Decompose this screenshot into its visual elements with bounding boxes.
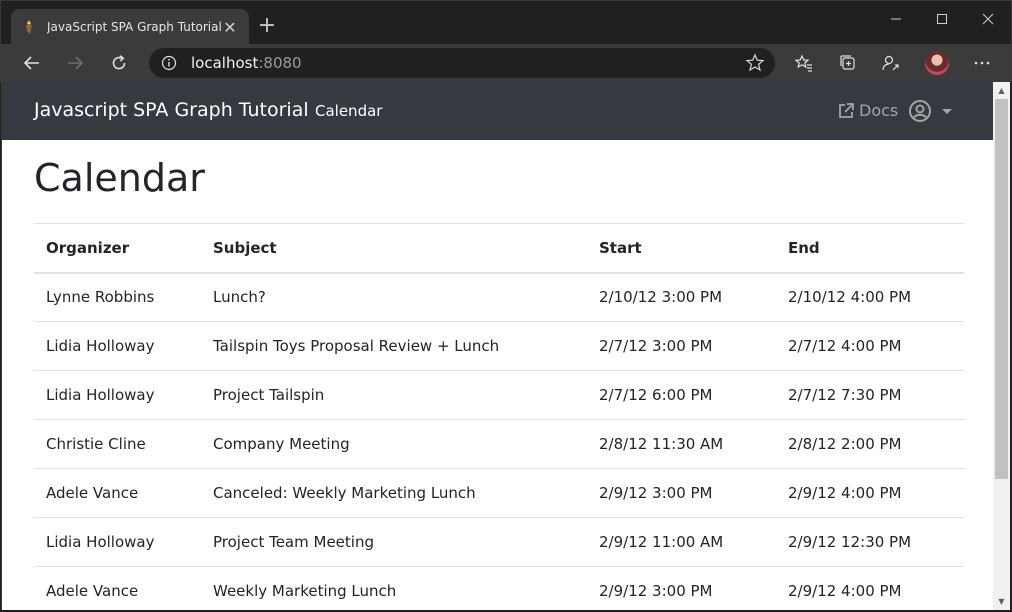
header-start: Start <box>587 223 776 274</box>
refresh-button[interactable] <box>106 50 132 76</box>
page-viewport: Javascript SPA Graph Tutorial Calendar D… <box>1 82 1010 610</box>
cell-start: 2/9/12 3:00 PM <box>587 468 776 518</box>
forward-button[interactable] <box>62 50 88 76</box>
share-icon <box>882 55 899 71</box>
table-row: Christie Cline Company Meeting 2/8/12 11… <box>34 419 964 469</box>
navbar-brand[interactable]: Javascript SPA Graph Tutorial <box>34 99 309 121</box>
cell-end: 2/9/12 4:00 PM <box>776 468 964 518</box>
header-organizer: Organizer <box>34 223 201 274</box>
new-tab-button[interactable]: + <box>257 15 277 37</box>
docs-link[interactable]: Docs <box>837 101 898 120</box>
favorites-icon <box>794 54 812 72</box>
browser-tabstrip: JavaScript SPA Graph Tutorial ✕ + <box>0 0 1012 45</box>
cell-organizer: Lidia Holloway <box>34 321 201 371</box>
cell-end: 2/7/12 4:00 PM <box>776 321 964 371</box>
more-icon <box>974 61 990 65</box>
cell-start: 2/8/12 11:30 AM <box>587 419 776 469</box>
cell-end: 2/8/12 2:00 PM <box>776 419 964 469</box>
cell-subject: Project Tailspin <box>201 370 587 420</box>
cell-organizer: Adele Vance <box>34 468 201 518</box>
minimize-icon <box>891 18 901 20</box>
collections-icon <box>840 55 855 70</box>
table-row: Lidia Holloway Project Tailspin 2/7/12 6… <box>34 370 964 420</box>
docs-label: Docs <box>859 101 899 120</box>
cell-organizer: Lidia Holloway <box>34 370 201 420</box>
table-row: Adele Vance Weekly Marketing Lunch 2/9/1… <box>34 566 964 610</box>
forward-arrow-icon <box>68 56 84 70</box>
scroll-down-button[interactable]: ▼ <box>993 593 1010 610</box>
calendar-table: Organizer Subject Start End Lynne Robbin… <box>34 223 964 610</box>
address-host: localhost <box>191 54 259 72</box>
cell-subject: Lunch? <box>201 272 587 322</box>
cell-start: 2/10/12 3:00 PM <box>587 272 776 322</box>
cell-end: 2/9/12 4:00 PM <box>776 566 964 610</box>
table-row: Lidia Holloway Tailspin Toys Proposal Re… <box>34 321 964 371</box>
user-circle-icon <box>909 100 931 122</box>
header-end: End <box>776 223 964 274</box>
favorites-button[interactable] <box>791 50 817 76</box>
close-window-button[interactable] <box>965 7 1011 31</box>
cell-subject: Company Meeting <box>201 419 587 469</box>
cell-start: 2/7/12 6:00 PM <box>587 370 776 420</box>
cell-subject: Canceled: Weekly Marketing Lunch <box>201 468 587 518</box>
tab-close-button[interactable]: ✕ <box>221 18 239 37</box>
back-button[interactable] <box>19 50 45 76</box>
address-port: :8080 <box>258 54 302 72</box>
share-button[interactable] <box>878 50 904 76</box>
minimize-button[interactable] <box>873 7 919 31</box>
cell-end: 2/9/12 12:30 PM <box>776 517 964 567</box>
maximize-icon <box>937 14 947 24</box>
cell-start: 2/9/12 11:00 AM <box>587 517 776 567</box>
app-navbar: Javascript SPA Graph Tutorial Calendar D… <box>2 82 994 140</box>
cell-subject: Weekly Marketing Lunch <box>201 566 587 610</box>
cell-end: 2/7/12 7:30 PM <box>776 370 964 420</box>
cell-subject: Project Team Meeting <box>201 517 587 567</box>
scroll-thumb[interactable] <box>995 99 1008 479</box>
page-title: Calendar <box>34 156 205 200</box>
header-subject: Subject <box>201 223 587 274</box>
address-bar[interactable]: localhost:8080 <box>149 48 775 78</box>
profile-avatar[interactable] <box>925 51 949 75</box>
cell-organizer: Christie Cline <box>34 419 201 469</box>
browser-tab[interactable]: JavaScript SPA Graph Tutorial ✕ <box>11 9 249 45</box>
cell-organizer: Lynne Robbins <box>34 272 201 322</box>
scroll-up-button[interactable]: ▲ <box>993 82 1010 99</box>
tab-title: JavaScript SPA Graph Tutorial <box>47 20 221 34</box>
caret-down-icon <box>942 109 952 114</box>
tab-favicon-icon <box>26 20 32 34</box>
refresh-icon <box>112 55 126 70</box>
cell-subject: Tailspin Toys Proposal Review + Lunch <box>201 321 587 371</box>
browser-toolbar: localhost:8080 <box>0 44 1012 82</box>
nav-link-calendar[interactable]: Calendar <box>315 102 382 120</box>
cell-start: 2/7/12 3:00 PM <box>587 321 776 371</box>
main-content: Calendar Organizer Subject Start End Lyn… <box>34 140 964 610</box>
table-row: Lynne Robbins Lunch? 2/10/12 3:00 PM 2/1… <box>34 272 964 322</box>
table-row: Adele Vance Canceled: Weekly Marketing L… <box>34 468 964 518</box>
table-header-row: Organizer Subject Start End <box>34 223 964 274</box>
cell-organizer: Lidia Holloway <box>34 517 201 567</box>
user-menu-toggle[interactable] <box>908 99 956 123</box>
close-window-icon <box>982 13 994 25</box>
table-row: Lidia Holloway Project Team Meeting 2/9/… <box>34 517 964 567</box>
more-button[interactable] <box>969 50 995 76</box>
cell-end: 2/10/12 4:00 PM <box>776 272 964 322</box>
maximize-button[interactable] <box>919 7 965 31</box>
cell-start: 2/9/12 3:00 PM <box>587 566 776 610</box>
collections-button[interactable] <box>835 50 861 76</box>
back-arrow-icon <box>23 56 39 70</box>
external-link-icon <box>839 102 854 118</box>
page-scrollbar[interactable]: ▲ ▼ <box>993 82 1010 610</box>
info-icon[interactable] <box>161 55 177 71</box>
star-icon[interactable] <box>745 53 765 73</box>
cell-organizer: Adele Vance <box>34 566 201 610</box>
